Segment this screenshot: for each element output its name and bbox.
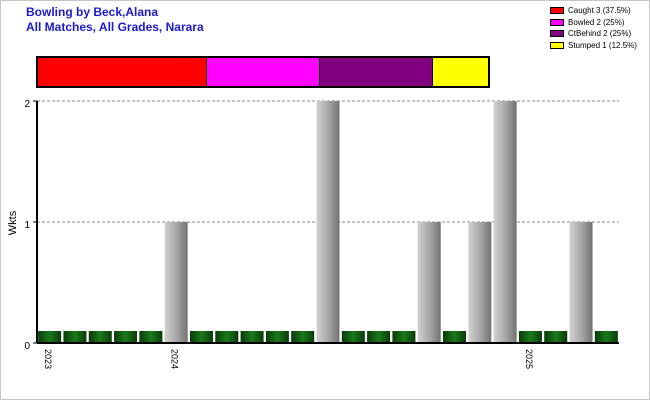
zero-wicket-bar <box>594 331 618 343</box>
breakdown-segment-ctbehind <box>319 56 433 88</box>
y-tick-label: 2 <box>24 99 30 110</box>
bar-chart: Wkts 0 1 2 2023 2024 2025 <box>7 56 619 369</box>
wicket-bar <box>164 222 188 343</box>
zero-wicket-bar <box>291 331 315 343</box>
wicket-bar <box>417 222 441 343</box>
zero-wicket-bar <box>189 331 213 343</box>
x-tick-label: 2023 <box>43 349 53 369</box>
y-tick-label: 1 <box>24 220 30 231</box>
y-axis-label: Wkts <box>7 210 19 235</box>
breakdown-segment-bowled <box>206 56 320 88</box>
zero-wicket-bar <box>114 331 138 343</box>
zero-wicket-bar <box>392 331 416 343</box>
zero-wicket-bar <box>443 331 467 343</box>
zero-wicket-bar <box>215 331 239 343</box>
zero-wicket-bar <box>63 331 87 343</box>
zero-wicket-bar <box>139 331 163 343</box>
breakdown-segment-stumped <box>432 56 490 88</box>
zero-wicket-bar <box>88 331 112 343</box>
zero-wicket-bar <box>367 331 391 343</box>
zero-wicket-bar <box>38 331 62 343</box>
zero-wicket-bar <box>341 331 365 343</box>
zero-wicket-bar <box>240 331 264 343</box>
x-tick-labels: 2023 2024 2025 <box>43 349 534 369</box>
y-tick-label: 0 <box>24 341 30 352</box>
breakdown-segment-caught <box>36 56 207 88</box>
dismissal-breakdown-bar <box>36 56 490 88</box>
wicket-bar <box>569 222 593 343</box>
bars <box>38 101 618 343</box>
x-tick-label: 2024 <box>170 349 180 369</box>
wicket-bar <box>316 101 340 343</box>
zero-wicket-bar <box>265 331 289 343</box>
zero-wicket-bar <box>544 331 568 343</box>
zero-wicket-bar <box>518 331 542 343</box>
x-tick-label: 2025 <box>524 349 534 369</box>
wicket-bar <box>468 222 492 343</box>
wicket-bar <box>493 101 517 343</box>
